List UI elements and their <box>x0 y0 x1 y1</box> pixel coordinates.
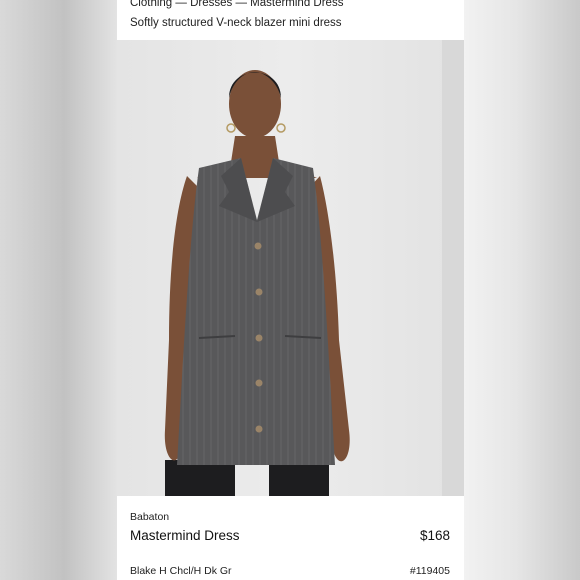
product-price: $168 <box>419 528 450 543</box>
brand-name[interactable]: Babaton <box>130 511 169 523</box>
product-card: Clothing — Dresses — Mastermind Dress So… <box>117 0 464 580</box>
blurred-background-right <box>463 0 580 580</box>
product-name: Mastermind Dress <box>130 528 240 543</box>
blurred-background-left <box>0 0 117 580</box>
product-image[interactable] <box>117 40 464 496</box>
product-color: Blake H Chcl/H Dk Gr <box>130 565 232 577</box>
product-sku: #119405 <box>409 565 450 577</box>
product-subtitle: Softly structured V-neck blazer mini dre… <box>130 17 342 29</box>
breadcrumb[interactable]: Clothing — Dresses — Mastermind Dress <box>130 0 343 9</box>
